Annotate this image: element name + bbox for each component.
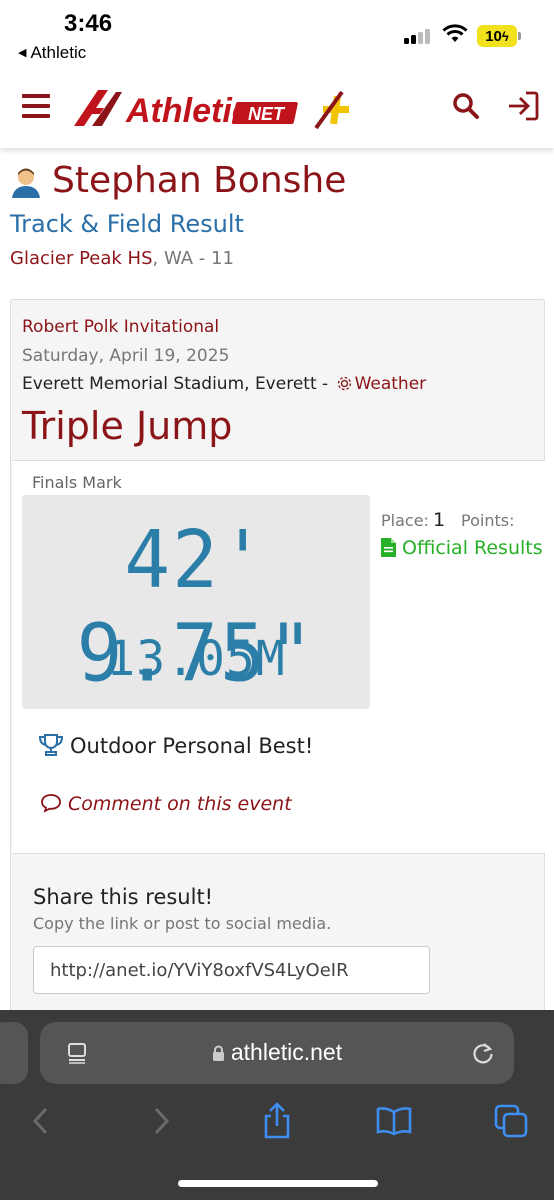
- tabs-icon[interactable]: [494, 1104, 528, 1138]
- athletic-net-logo[interactable]: Athletic NET: [68, 84, 358, 134]
- logo-text: Athletic: [125, 92, 251, 130]
- hamburger-menu-icon[interactable]: [22, 94, 50, 118]
- personal-best-badge: Outdoor Personal Best!: [38, 733, 313, 758]
- comment-label: Comment on this event: [68, 793, 292, 815]
- forward-arrow-icon[interactable]: [150, 1106, 172, 1136]
- person-avatar-icon: [12, 168, 40, 198]
- share-link-input[interactable]: [33, 946, 430, 994]
- event-name: Triple Jump: [22, 404, 233, 448]
- back-to-app-link[interactable]: ◀ Athletic: [18, 43, 86, 63]
- lock-icon: [212, 1045, 224, 1061]
- place-value: 1: [432, 509, 446, 531]
- comment-bubble-icon: [41, 794, 61, 813]
- reload-icon[interactable]: [470, 1040, 496, 1066]
- points-label: Points:: [461, 511, 515, 530]
- place-points-row: Place: 1 Points:: [381, 509, 545, 531]
- finals-mark-label: Finals Mark: [32, 473, 122, 492]
- share-subtitle: Copy the link or post to social media.: [33, 914, 332, 933]
- school-link[interactable]: Glacier Peak HS: [10, 248, 153, 269]
- cellular-signal-icon: [404, 28, 432, 44]
- charging-bolt-icon: ϟ: [501, 28, 509, 44]
- mark-metric: 13.05M: [106, 631, 286, 687]
- status-bar: 3:46 ◀ Athletic 10 ϟ: [0, 0, 554, 70]
- official-results-link[interactable]: Official Results: [381, 537, 545, 559]
- battery-tip: [518, 32, 521, 40]
- result-type-heading: Track & Field Result: [10, 210, 244, 238]
- address-bar[interactable]: athletic.net: [40, 1022, 514, 1084]
- personal-best-label: Outdoor Personal Best!: [70, 734, 314, 758]
- site-header: Athletic NET: [0, 70, 554, 148]
- address-url: athletic.net: [230, 1039, 343, 1065]
- meet-date: Saturday, April 19, 2025: [22, 346, 230, 366]
- weather-link[interactable]: Weather: [355, 374, 427, 394]
- login-icon[interactable]: [506, 90, 540, 122]
- search-icon[interactable]: [452, 92, 480, 120]
- back-app-label: Athletic: [30, 43, 87, 62]
- previous-tab-peek[interactable]: [0, 1022, 28, 1084]
- weather-gear-icon: [337, 376, 351, 391]
- official-results-label: Official Results: [402, 537, 543, 559]
- back-triangle-icon: ◀: [18, 47, 27, 59]
- back-arrow-icon[interactable]: [30, 1106, 52, 1136]
- school-line: Glacier Peak HS, WA - 11: [10, 248, 234, 269]
- venue-text: Everett Memorial Stadium, Everett -: [22, 374, 334, 394]
- battery-level: 10: [485, 27, 502, 45]
- trophy-icon: [38, 734, 64, 756]
- logo-net-text: NET: [248, 104, 286, 124]
- bookmarks-icon[interactable]: [376, 1106, 412, 1136]
- share-icon[interactable]: [262, 1102, 292, 1140]
- mark-display: 42' 9.75" 13.05M: [22, 495, 370, 709]
- browser-toolbar: athletic.net: [0, 1010, 554, 1200]
- comment-link[interactable]: Comment on this event: [40, 793, 292, 815]
- athlete-name: Stephan Bonshe: [52, 160, 347, 201]
- share-title: Share this result!: [33, 885, 214, 909]
- address-text: athletic.net: [40, 1039, 514, 1066]
- place-label: Place:: [381, 511, 429, 530]
- result-card: Robert Polk Invitational Saturday, April…: [10, 299, 545, 1059]
- status-time: 3:46: [64, 10, 113, 37]
- wifi-icon: [442, 24, 468, 42]
- battery-indicator: 10 ϟ: [477, 25, 517, 47]
- venue-line: Everett Memorial Stadium, Everett - Weat…: [22, 374, 426, 394]
- state-grade: , WA - 11: [152, 248, 234, 269]
- document-icon: [381, 538, 396, 557]
- home-indicator: [178, 1180, 378, 1187]
- result-detail-panel: Finals Mark 42' 9.75" 13.05M Place: 1 Poin…: [12, 460, 545, 854]
- meet-name-link[interactable]: Robert Polk Invitational: [22, 317, 219, 337]
